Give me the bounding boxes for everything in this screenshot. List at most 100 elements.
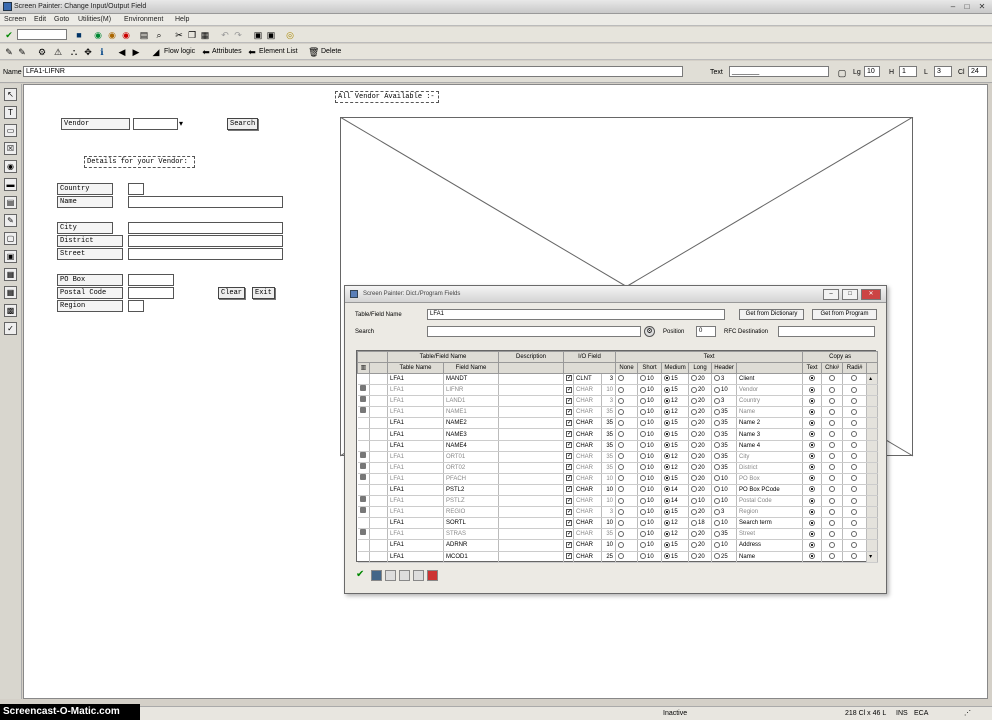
menu-help[interactable]: Help bbox=[175, 16, 189, 23]
row-selector[interactable] bbox=[357, 484, 370, 497]
text-option-radio[interactable] bbox=[640, 519, 647, 526]
pointer-tool-icon[interactable]: ↖ bbox=[4, 88, 17, 101]
pushbutton-tool-icon[interactable]: ▬ bbox=[4, 178, 17, 191]
text-option-radio[interactable] bbox=[640, 530, 647, 537]
select-all-cell[interactable]: ▥ bbox=[357, 362, 370, 374]
text-option-radio[interactable] bbox=[691, 541, 698, 548]
text-option-radio[interactable] bbox=[640, 453, 647, 460]
po-box-label[interactable]: PO Box bbox=[57, 274, 123, 286]
table-row[interactable]: LFA1 NAME2 ✓ CHAR 35 10 15 20 35 Name 2 bbox=[357, 417, 879, 430]
copy-as-text-radio[interactable] bbox=[808, 530, 815, 537]
text-option-radio[interactable] bbox=[714, 397, 721, 404]
table-row[interactable]: LFA1 ADRNR ✓ CHAR 10 10 15 20 10 Address bbox=[357, 539, 879, 552]
redo-icon[interactable]: ↷ bbox=[233, 30, 243, 40]
copy-as-radiobutton-radio[interactable] bbox=[851, 464, 858, 471]
table-row[interactable]: LFA1 ORT02 ✓ CHAR 35 10 12 20 35 District bbox=[357, 462, 879, 474]
text-option-radio[interactable] bbox=[691, 453, 698, 460]
scrollbar-cell[interactable] bbox=[866, 539, 879, 552]
copy-as-text-radio[interactable] bbox=[808, 430, 815, 437]
minimize-button[interactable]: – bbox=[948, 2, 958, 11]
element-list-arrow-icon[interactable]: ⬅ bbox=[247, 47, 257, 57]
search-go-icon[interactable]: ⚙ bbox=[644, 326, 655, 337]
help-icon[interactable]: ◎ bbox=[285, 30, 295, 40]
io-field-checkbox[interactable]: ✓ bbox=[566, 497, 572, 504]
street-label[interactable]: Street bbox=[57, 248, 123, 260]
search-button[interactable]: Search bbox=[227, 118, 259, 130]
where-used-icon[interactable]: ✥ bbox=[83, 47, 93, 57]
flow-logic-button[interactable]: Flow logic bbox=[164, 48, 195, 55]
io-field-checkbox[interactable]: ✓ bbox=[566, 541, 572, 548]
row-selector[interactable] bbox=[357, 428, 370, 441]
scrollbar-cell[interactable]: ▾ bbox=[866, 551, 879, 563]
save-icon[interactable]: ■ bbox=[74, 30, 84, 40]
scrollbar-cell[interactable] bbox=[866, 484, 879, 497]
dialog-maximize-button[interactable]: □ bbox=[842, 289, 858, 300]
scrollbar-cell[interactable] bbox=[866, 473, 879, 485]
command-field[interactable] bbox=[17, 29, 67, 40]
other-object-icon[interactable]: ✎ bbox=[4, 47, 14, 57]
table-row[interactable]: LFA1 PSTLZ ✓ CHAR 10 10 14 10 10 Postal Code bbox=[357, 495, 879, 508]
text-option-radio[interactable] bbox=[691, 442, 698, 449]
deselect-icon[interactable] bbox=[413, 570, 424, 581]
text-option-radio[interactable] bbox=[640, 386, 647, 393]
scrollbar-cell[interactable] bbox=[866, 417, 879, 430]
delete-button[interactable]: Delete bbox=[321, 48, 341, 55]
close-button[interactable]: ✕ bbox=[977, 2, 987, 11]
copy-as-checkbox-radio[interactable] bbox=[828, 475, 835, 482]
text-option-radio[interactable] bbox=[664, 519, 671, 526]
text-option-radio[interactable] bbox=[640, 430, 647, 437]
table-row[interactable]: LFA1 NAME3 ✓ CHAR 35 10 15 20 35 Name 3 bbox=[357, 428, 879, 441]
table-row[interactable]: LFA1 PSTL2 ✓ CHAR 10 10 14 20 10 PO Box PCode bbox=[357, 484, 879, 497]
copy-as-radiobutton-radio[interactable] bbox=[851, 430, 858, 437]
copy-as-radiobutton-radio[interactable] bbox=[851, 419, 858, 426]
text-option-radio[interactable] bbox=[640, 419, 647, 426]
city-label[interactable]: City bbox=[57, 222, 113, 234]
text-option-radio[interactable] bbox=[618, 541, 625, 548]
text-field[interactable]: _______ bbox=[729, 66, 829, 77]
copy-as-radiobutton-radio[interactable] bbox=[851, 453, 858, 460]
text-option-radio[interactable] bbox=[691, 397, 698, 404]
exit-icon[interactable]: ◉ bbox=[107, 30, 117, 40]
transfer-icon[interactable] bbox=[385, 570, 396, 581]
text-option-radio[interactable] bbox=[664, 386, 671, 393]
copy-as-text-radio[interactable] bbox=[808, 541, 815, 548]
menu-utilities[interactable]: Utilities(M) bbox=[78, 16, 111, 23]
copy-as-radiobutton-radio[interactable] bbox=[851, 541, 858, 548]
text-option-radio[interactable] bbox=[664, 408, 671, 415]
text-option-radio[interactable] bbox=[714, 442, 721, 449]
text-option-radio[interactable] bbox=[664, 430, 671, 437]
f4-help-icon[interactable]: ▾ bbox=[179, 119, 183, 128]
io-field-checkbox[interactable]: ✓ bbox=[566, 486, 572, 493]
street-input[interactable] bbox=[128, 248, 283, 260]
text-option-radio[interactable] bbox=[691, 375, 698, 382]
text-option-radio[interactable] bbox=[664, 453, 671, 460]
shortcut-icon[interactable]: ▣ bbox=[266, 30, 276, 40]
copy-as-text-radio[interactable] bbox=[808, 552, 815, 559]
io-field-tool-icon[interactable]: ▭ bbox=[4, 124, 17, 137]
copy-as-checkbox-radio[interactable] bbox=[828, 486, 835, 493]
region-label[interactable]: Region bbox=[57, 300, 123, 312]
text-option-radio[interactable] bbox=[664, 508, 671, 515]
text-option-radio[interactable] bbox=[618, 530, 625, 537]
vendor-input[interactable] bbox=[133, 118, 178, 130]
element-list-button[interactable]: Element List bbox=[259, 48, 298, 55]
table-row[interactable]: LFA1 NAME4 ✓ CHAR 35 10 15 20 35 Name 4 bbox=[357, 440, 879, 452]
row-selector[interactable] bbox=[357, 384, 370, 397]
text-option-radio[interactable] bbox=[664, 475, 671, 482]
io-field-checkbox[interactable]: ✓ bbox=[566, 419, 572, 426]
name-field[interactable]: LFA1-LIFNR bbox=[23, 66, 683, 77]
country-input[interactable] bbox=[128, 183, 144, 195]
copy-as-checkbox-radio[interactable] bbox=[828, 464, 835, 471]
text-option-radio[interactable] bbox=[640, 486, 647, 493]
flow-logic-icon[interactable]: ◢ bbox=[151, 47, 161, 57]
copy-as-text-radio[interactable] bbox=[808, 508, 815, 515]
copy-as-text-radio[interactable] bbox=[808, 386, 815, 393]
copy-as-checkbox-radio[interactable] bbox=[828, 508, 835, 515]
vendor-label[interactable]: Vendor bbox=[61, 118, 130, 130]
text-option-radio[interactable] bbox=[618, 386, 625, 393]
select-block-icon[interactable] bbox=[399, 570, 410, 581]
table-row[interactable]: LFA1 MCOD1 ✓ CHAR 25 10 15 20 25 Name ▾ bbox=[357, 551, 879, 563]
text-option-radio[interactable] bbox=[618, 408, 625, 415]
text-option-radio[interactable] bbox=[691, 419, 698, 426]
scrollbar-cell[interactable] bbox=[866, 517, 879, 530]
